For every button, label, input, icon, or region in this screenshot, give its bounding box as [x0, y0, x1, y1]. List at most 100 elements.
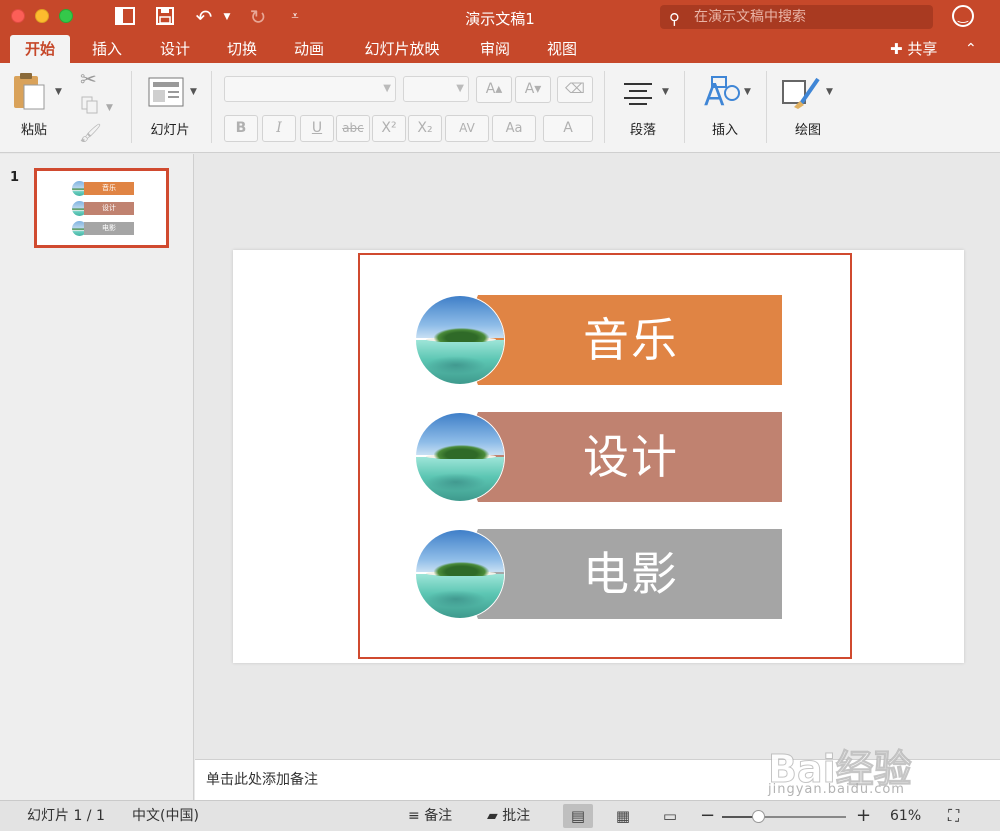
superscript-button[interactable]: X²	[372, 115, 406, 142]
thumb-item-label: 音乐	[84, 182, 134, 195]
tab-animations[interactable]: 动画	[284, 35, 334, 63]
language-indicator[interactable]: 中文(中国)	[132, 801, 199, 831]
watermark: Bai经验 jingyan.baidu.com	[768, 732, 993, 802]
watermark-url: jingyan.baidu.com	[768, 782, 905, 797]
undo-dropdown-icon[interactable]: ▼	[220, 6, 234, 28]
paragraph-dropdown-icon[interactable]: ▼	[662, 87, 669, 97]
thumb-item-label: 设计	[84, 202, 134, 215]
cut-icon[interactable]: ✂	[80, 67, 97, 91]
comments-toggle[interactable]: ▰ 批注	[487, 801, 530, 831]
slide-thumbnail-pane: 1 音乐 设计 电影	[0, 154, 194, 800]
comment-icon: ▰	[487, 808, 498, 824]
normal-view-button[interactable]: ▤	[563, 804, 593, 828]
customize-toolbar-icon[interactable]: ⩡	[285, 6, 305, 28]
slide-sorter-button[interactable]: ▦	[608, 804, 638, 828]
new-slide-button[interactable]	[148, 77, 184, 107]
drawing-button[interactable]	[780, 75, 822, 111]
undo-icon[interactable]: ↶	[192, 6, 216, 28]
search-field[interactable]: ⚲ 在演示文稿中搜索	[660, 5, 933, 29]
align-center-icon	[624, 83, 652, 105]
ribbon-divider	[766, 71, 767, 143]
sidebar-toggle-icon[interactable]	[113, 6, 137, 28]
slide-layout-icon	[148, 77, 184, 107]
zoom-out-button[interactable]: −	[700, 801, 715, 831]
grow-font-button[interactable]: A▴	[476, 76, 512, 103]
fit-to-window-icon[interactable]: ⛶	[948, 801, 959, 831]
search-placeholder: 在演示文稿中搜索	[694, 9, 806, 25]
insert-dropdown-icon[interactable]: ▼	[744, 87, 751, 97]
font-color-button[interactable]: A	[543, 115, 593, 142]
grid-icon: ▦	[615, 807, 631, 825]
change-case-button[interactable]: Aa	[492, 115, 536, 142]
tab-slideshow[interactable]: 幻灯片放映	[352, 35, 452, 63]
strikethrough-button[interactable]: abc	[336, 115, 370, 142]
ribbon-divider	[684, 71, 685, 143]
thumb-item-label: 电影	[84, 222, 134, 235]
new-slide-label: 幻灯片	[150, 123, 190, 138]
italic-button[interactable]: I	[262, 115, 296, 142]
tab-review[interactable]: 审阅	[470, 35, 520, 63]
notes-icon: ≡	[408, 808, 420, 824]
zoom-level[interactable]: 61%	[890, 801, 921, 831]
zoom-in-button[interactable]: +	[856, 801, 871, 831]
paste-label: 粘贴	[20, 123, 47, 138]
share-button[interactable]: ✚ 共享	[890, 35, 937, 63]
tab-transitions[interactable]: 切换	[217, 35, 267, 63]
copy-dropdown-icon[interactable]: ▼	[106, 103, 113, 113]
slide-canvas-area: 音乐 设计 电影	[195, 154, 1000, 759]
minimize-window-button[interactable]	[35, 9, 49, 23]
redo-icon[interactable]: ↻	[246, 6, 270, 28]
zoom-slider-handle[interactable]	[752, 810, 766, 823]
tab-home[interactable]: 开始	[10, 35, 70, 63]
status-bar: 幻灯片 1 / 1 中文(中国) ≡ 备注 ▰ 批注 ▤ ▦ ▭ − + 61%…	[0, 800, 1000, 831]
slide-item[interactable]: 设计	[415, 412, 782, 502]
font-size-field[interactable]: ▼	[403, 76, 469, 102]
character-spacing-button[interactable]: AV	[445, 115, 489, 142]
paste-dropdown-icon[interactable]: ▼	[55, 87, 62, 97]
item-banner[interactable]: 电影	[460, 529, 782, 619]
save-icon[interactable]	[153, 6, 177, 28]
clipboard-icon	[14, 73, 45, 110]
island-photo[interactable]	[415, 529, 505, 619]
copy-icon[interactable]	[80, 95, 100, 115]
paragraph-button[interactable]	[622, 81, 654, 105]
underline-button[interactable]: U	[300, 115, 334, 142]
notes-toggle[interactable]: ≡ 备注	[408, 801, 452, 831]
slide-item[interactable]: 电影	[415, 529, 782, 619]
shrink-font-button[interactable]: A▾	[515, 76, 551, 103]
ribbon-divider	[211, 71, 212, 143]
zoom-slider[interactable]	[722, 810, 846, 823]
title-bar: ↶ ▼ ↻ ⩡ 演示文稿1 ⚲ 在演示文稿中搜索 ‿	[0, 0, 1000, 35]
presentation-icon: ▭	[662, 807, 678, 825]
ribbon-divider	[604, 71, 605, 143]
island-photo[interactable]	[415, 412, 505, 502]
item-banner[interactable]: 音乐	[460, 295, 782, 385]
tab-design[interactable]: 设计	[150, 35, 200, 63]
tab-view[interactable]: 视图	[537, 35, 587, 63]
notes-toggle-label: 备注	[424, 808, 453, 824]
bold-button[interactable]: B	[224, 115, 258, 142]
subscript-button[interactable]: X₂	[408, 115, 442, 142]
insert-button[interactable]: A	[702, 75, 740, 113]
share-label: 共享	[907, 40, 938, 58]
tab-insert[interactable]: 插入	[82, 35, 132, 63]
collapse-ribbon-icon[interactable]: ⌃	[965, 35, 977, 63]
feedback-smiley-icon[interactable]: ‿	[952, 5, 974, 27]
clear-formatting-button[interactable]: ⌫	[557, 76, 593, 103]
format-painter-icon[interactable]: 🖌	[79, 123, 102, 144]
new-slide-dropdown-icon[interactable]: ▼	[190, 87, 197, 97]
drawing-dropdown-icon[interactable]: ▼	[826, 87, 833, 97]
font-name-field[interactable]: ▼	[224, 76, 396, 102]
presenter-view-button[interactable]: ▭	[655, 804, 685, 828]
paste-button[interactable]	[12, 71, 48, 113]
slide-thumbnail[interactable]: 音乐 设计 电影	[34, 168, 169, 248]
item-banner[interactable]: 设计	[460, 412, 782, 502]
island-photo[interactable]	[415, 295, 505, 385]
eraser-icon: ⌫	[565, 81, 585, 97]
ribbon: ▼ 粘贴 ✂ ▼ 🖌 ▼ 幻灯片 ▼ ▼ A▴ A▾ ⌫ B I U abc X…	[0, 63, 1000, 153]
slide-counter: 幻灯片 1 / 1	[27, 808, 105, 824]
maximize-window-button[interactable]	[59, 9, 73, 23]
slide[interactable]: 音乐 设计 电影	[233, 250, 964, 663]
close-window-button[interactable]	[11, 9, 25, 23]
slide-item[interactable]: 音乐	[415, 295, 782, 385]
